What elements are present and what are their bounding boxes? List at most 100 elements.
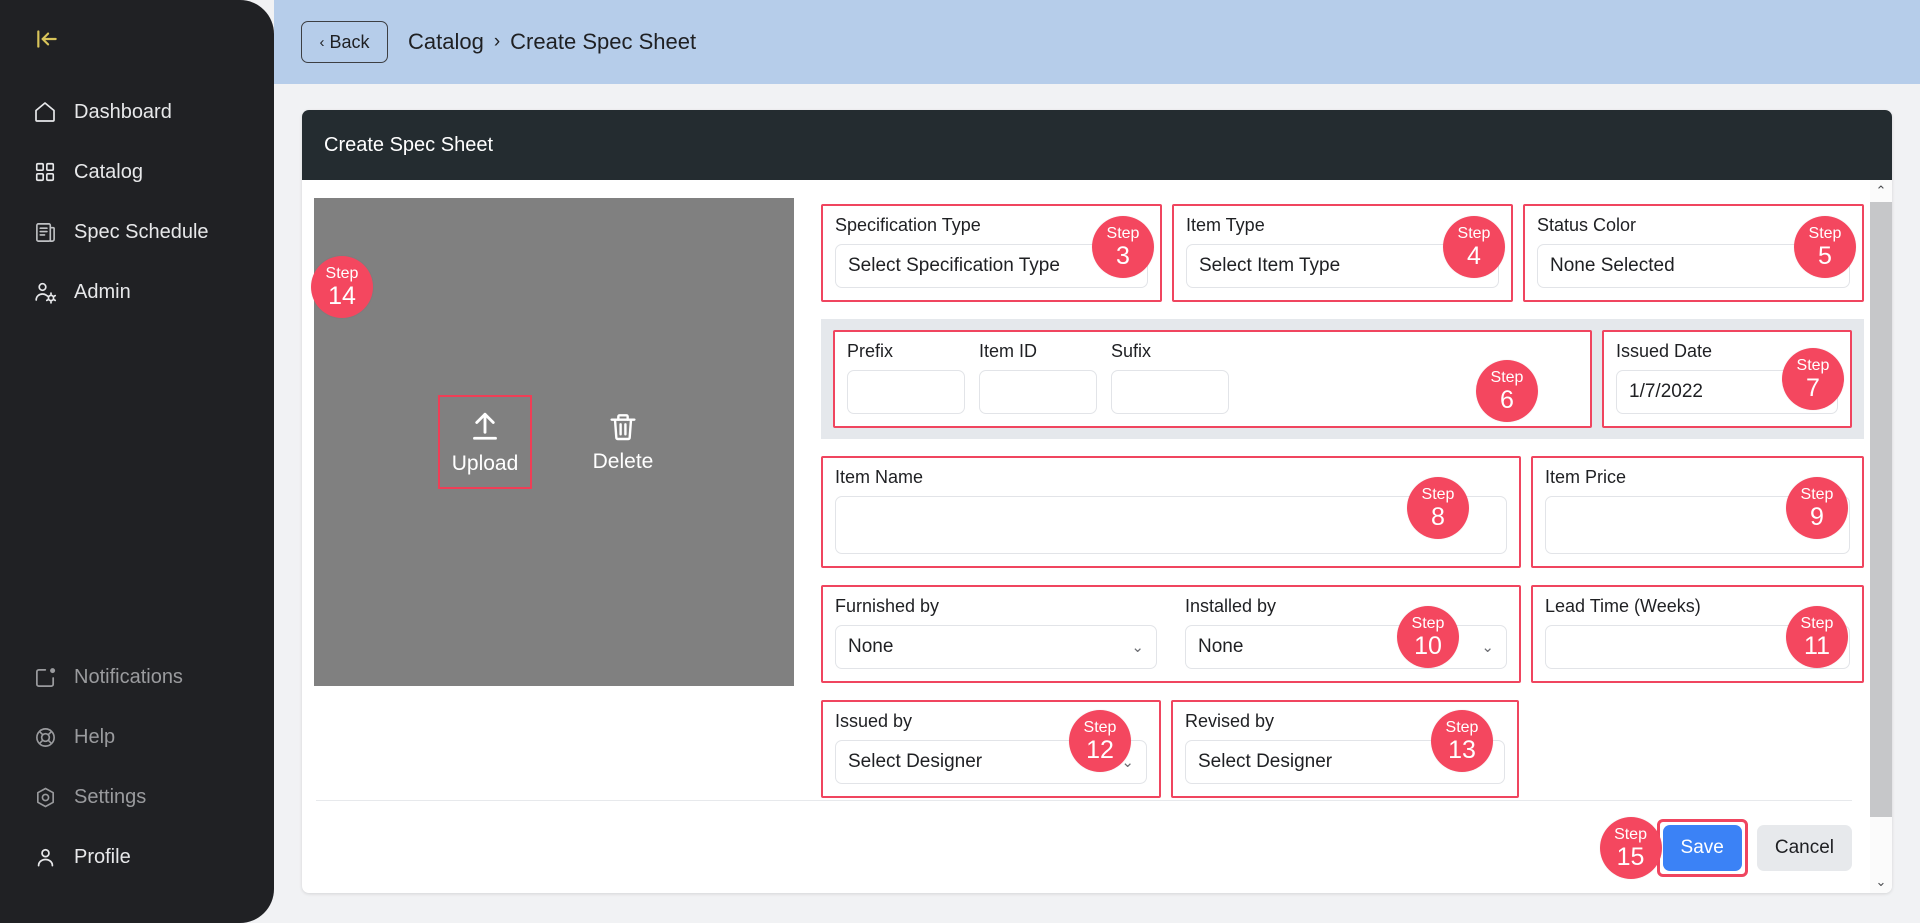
top-breadcrumb-bar: ‹ Back Catalog › Create Spec Sheet bbox=[274, 0, 1920, 84]
step-number: 11 bbox=[1804, 631, 1830, 660]
step-badge-15: Step 15 bbox=[1599, 817, 1662, 879]
field-value: None bbox=[848, 636, 894, 657]
sidebar-item-admin[interactable]: Admin bbox=[0, 262, 274, 322]
step-badge-13: Step 13 bbox=[1431, 710, 1493, 772]
step-number: 6 bbox=[1500, 385, 1514, 414]
step-number: 9 bbox=[1810, 502, 1824, 531]
chevron-down-icon: ⌄ bbox=[1131, 639, 1144, 656]
lifebuoy-icon bbox=[32, 724, 58, 750]
step-number: 8 bbox=[1431, 502, 1445, 531]
step-badge-8: Step 8 bbox=[1407, 477, 1469, 539]
step-badge-11: Step 11 bbox=[1786, 606, 1848, 668]
form-row-name-price: Item Name Step 8 Item Price Step 9 bbox=[821, 456, 1864, 568]
sidebar-item-notifications[interactable]: Notifications bbox=[0, 647, 274, 707]
sidebar-item-dashboard[interactable]: Dashboard bbox=[0, 82, 274, 142]
field-item-id: Item ID bbox=[979, 341, 1097, 414]
step-badge-4: Step 4 bbox=[1443, 216, 1505, 278]
installed-by-select[interactable]: None ⌄ bbox=[1185, 625, 1507, 669]
step-word: Step bbox=[1800, 614, 1834, 632]
step-number: 10 bbox=[1414, 631, 1442, 660]
field-revised-by: Revised by Select Designer Step 13 bbox=[1171, 700, 1519, 798]
create-spec-sheet-card: Create Spec Sheet ⌃ ⌄ Upload Step 14 Del… bbox=[302, 110, 1892, 893]
gear-icon bbox=[32, 784, 58, 810]
form-row-identifier-group: Prefix Item ID Sufix Step 6 Issued Date … bbox=[821, 319, 1864, 439]
field-issued-by: Issued by Select Designer ⌄ Step 12 bbox=[821, 700, 1161, 798]
step-word: Step bbox=[1796, 356, 1830, 374]
sidebar-item-label: Settings bbox=[74, 785, 147, 808]
upload-label: Upload bbox=[451, 451, 519, 475]
sidebar-item-label: Notifications bbox=[74, 665, 183, 688]
step-number: 3 bbox=[1116, 241, 1130, 270]
step-badge-14: Step 14 bbox=[311, 256, 373, 318]
scrollbar-track[interactable] bbox=[1870, 202, 1892, 871]
scrollbar-thumb[interactable] bbox=[1870, 202, 1892, 818]
field-value: Select Designer bbox=[848, 751, 983, 772]
step-word: Step bbox=[1106, 224, 1140, 242]
field-label: Prefix bbox=[847, 341, 894, 361]
field-item-type: Item Type Select Item Type Step 4 bbox=[1172, 204, 1513, 302]
back-button[interactable]: ‹ Back bbox=[301, 21, 388, 63]
field-label: Installed by bbox=[1185, 596, 1277, 616]
field-value: 1/7/2022 bbox=[1629, 381, 1703, 402]
collapse-panel-icon[interactable] bbox=[30, 22, 64, 56]
sidebar-item-settings[interactable]: Settings bbox=[0, 767, 274, 827]
trash-icon bbox=[607, 411, 639, 448]
step-badge-9: Step 9 bbox=[1786, 477, 1848, 539]
field-value: None bbox=[1198, 636, 1244, 657]
form-fields: Specification Type Select Specification … bbox=[807, 198, 1892, 893]
save-button-label: Save bbox=[1680, 837, 1724, 858]
save-button[interactable]: Save bbox=[1662, 825, 1742, 871]
main-region: ‹ Back Catalog › Create Spec Sheet Creat… bbox=[274, 0, 1920, 923]
step-badge-12: Step 12 bbox=[1069, 710, 1131, 772]
sidebar-primary-nav: Dashboard Catalog Spec Schedule Admin bbox=[0, 82, 274, 322]
form-row-types: Specification Type Select Specification … bbox=[821, 204, 1864, 302]
field-status-color: Status Color None Selected Step 5 bbox=[1523, 204, 1864, 302]
image-placeholder: Upload Step 14 Delete bbox=[311, 198, 794, 686]
step-word: Step bbox=[1083, 718, 1117, 736]
step-number: 13 bbox=[1448, 735, 1476, 764]
step-badge-10: Step 10 bbox=[1397, 606, 1459, 668]
field-value: Select Designer bbox=[1198, 751, 1333, 772]
upload-button[interactable]: Upload Step 14 bbox=[311, 256, 532, 489]
chevron-left-icon: ‹ bbox=[319, 33, 325, 51]
scroll-down-arrow-icon[interactable]: ⌄ bbox=[1876, 871, 1887, 893]
app-root: Dashboard Catalog Spec Schedule Admin No… bbox=[0, 0, 1920, 923]
sidebar-item-catalog[interactable]: Catalog bbox=[0, 142, 274, 202]
grid-icon bbox=[32, 159, 58, 185]
step-word: Step bbox=[1445, 718, 1479, 736]
step-word: Step bbox=[1411, 614, 1445, 632]
user-icon bbox=[32, 844, 58, 870]
vertical-scrollbar[interactable]: ⌃ ⌄ bbox=[1870, 180, 1892, 893]
form-row-furnished-installed: Furnished by None ⌄ Installed by None ⌄ … bbox=[821, 585, 1864, 683]
chevron-down-icon: ⌄ bbox=[1481, 639, 1494, 656]
step-number: 14 bbox=[328, 281, 356, 310]
field-issued-date: Issued Date 1/7/2022 Step 7 bbox=[1602, 330, 1852, 428]
cancel-button[interactable]: Cancel bbox=[1756, 825, 1852, 871]
step-number: 7 bbox=[1806, 373, 1820, 402]
prefix-input[interactable] bbox=[847, 370, 965, 414]
field-value: Select Specification Type bbox=[848, 255, 1060, 276]
step-word: Step bbox=[325, 264, 359, 282]
identifier-inputs: Prefix Item ID Sufix bbox=[847, 341, 1578, 414]
field-sufix: Sufix bbox=[1111, 341, 1229, 414]
breadcrumb: Catalog › Create Spec Sheet bbox=[408, 29, 696, 55]
sidebar-item-label: Catalog bbox=[74, 160, 143, 183]
upload-arrow-icon bbox=[467, 409, 503, 450]
breadcrumb-root[interactable]: Catalog bbox=[408, 29, 484, 55]
card-title-bar: Create Spec Sheet bbox=[302, 110, 1892, 180]
sidebar-item-help[interactable]: Help bbox=[0, 707, 274, 767]
item-id-input[interactable] bbox=[979, 370, 1097, 414]
step-word: Step bbox=[1457, 224, 1491, 242]
save-button-highlight: Save bbox=[1656, 819, 1748, 877]
furnished-by-select[interactable]: None ⌄ bbox=[835, 625, 1157, 669]
page-body: Create Spec Sheet ⌃ ⌄ Upload Step 14 Del… bbox=[274, 84, 1920, 923]
step-number: 15 bbox=[1616, 842, 1645, 871]
sidebar-item-spec-schedule[interactable]: Spec Schedule bbox=[0, 202, 274, 262]
field-label: Sufix bbox=[1111, 341, 1152, 361]
sidebar-item-profile[interactable]: Profile bbox=[0, 827, 274, 887]
scroll-up-arrow-icon[interactable]: ⌃ bbox=[1876, 180, 1887, 202]
sufix-input[interactable] bbox=[1111, 370, 1229, 414]
step-badge-3: Step 3 bbox=[1092, 216, 1154, 278]
delete-button[interactable]: Delete bbox=[578, 397, 668, 487]
delete-label: Delete bbox=[592, 449, 654, 473]
